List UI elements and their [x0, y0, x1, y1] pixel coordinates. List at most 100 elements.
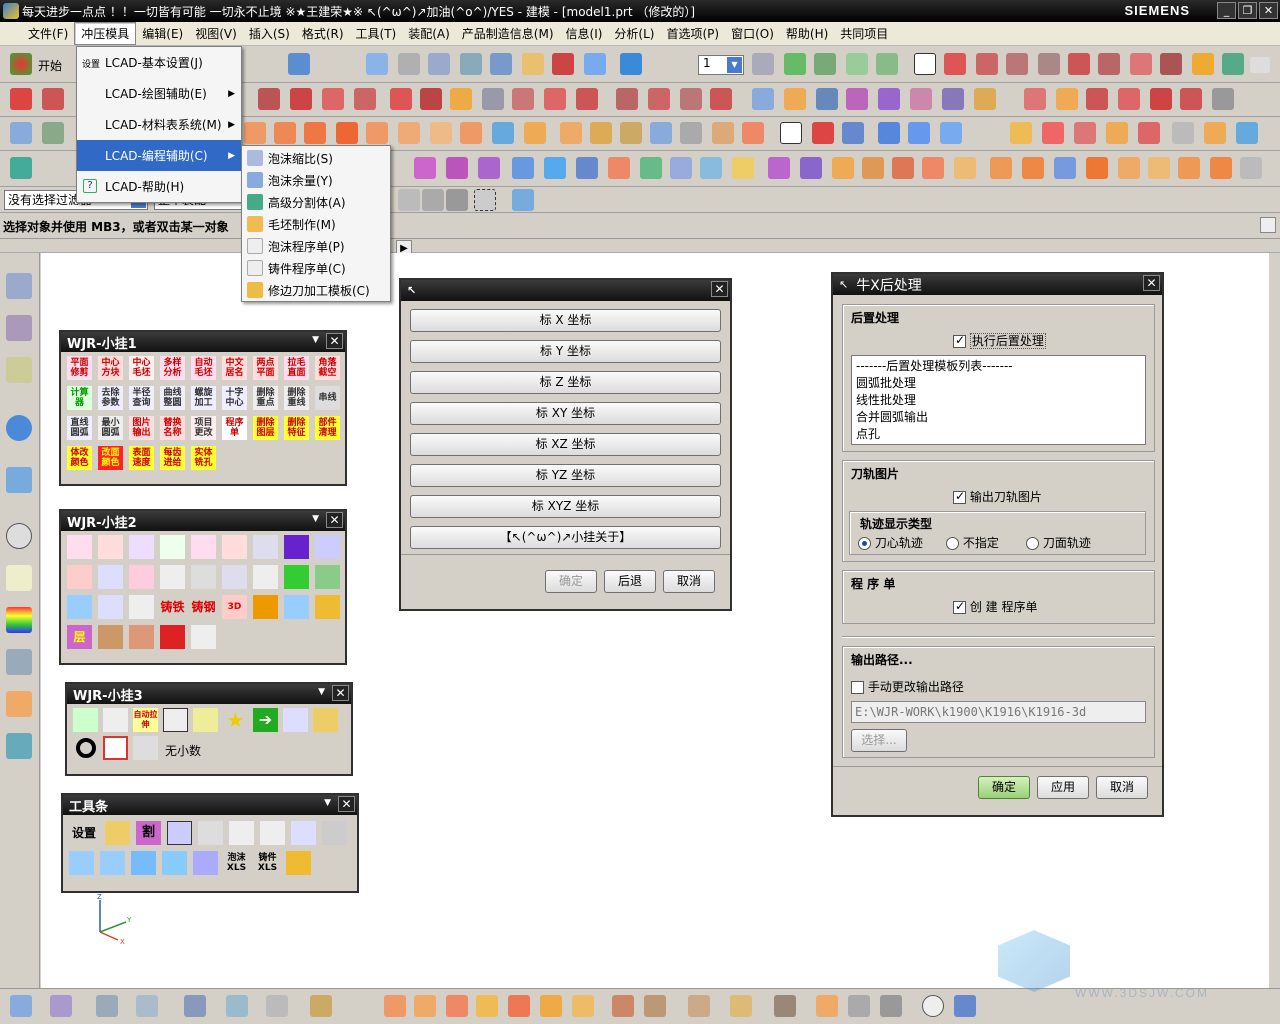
box-icon[interactable] [878, 122, 900, 144]
extension-icon[interactable] [700, 157, 722, 179]
join-icon[interactable] [648, 88, 670, 110]
chevron-down-icon[interactable]: ▼ [312, 335, 319, 345]
curve-tool-icon[interactable] [129, 535, 154, 559]
angle-icon[interactable] [222, 565, 247, 589]
solid-select-icon[interactable] [688, 995, 710, 1017]
silhouette-select-icon[interactable] [848, 995, 870, 1017]
layers-icon[interactable] [129, 595, 154, 619]
spline-icon[interactable] [450, 88, 472, 110]
menu-edit[interactable]: 编辑(E) [136, 23, 189, 44]
calc-tool-icon[interactable] [322, 821, 347, 845]
menu-item-basic-settings[interactable]: 设置 LCAD-基本设置(J) [77, 47, 241, 78]
wjr1-tool-button[interactable]: 删除特征 [284, 416, 309, 440]
wjr1-tool-button[interactable]: 角落截空 [315, 356, 340, 380]
wjr1-tool-button[interactable]: 中心毛坯 [129, 356, 154, 380]
back-button[interactable]: 后退 [604, 570, 656, 593]
hole-icon[interactable] [398, 122, 420, 144]
bend-icon[interactable] [1178, 157, 1200, 179]
menu-item-material-system[interactable]: LCAD-材料表系统(M) ▶ [77, 109, 241, 140]
fit-view-icon[interactable] [366, 53, 388, 75]
parabola-icon[interactable] [420, 88, 442, 110]
snap-control-icon[interactable] [1006, 53, 1028, 75]
zoom-tool-icon[interactable] [291, 821, 316, 845]
radio-tool-face-input[interactable] [1026, 537, 1039, 550]
plate-tool-icon[interactable] [162, 851, 187, 875]
menu-tools[interactable]: 工具(T) [350, 23, 403, 44]
zoom-icon[interactable] [460, 53, 482, 75]
chevron-down-icon[interactable]: ▼ [318, 687, 325, 697]
region-select-icon[interactable] [730, 995, 752, 1017]
pad-icon[interactable] [492, 122, 514, 144]
chain-select-icon[interactable] [816, 995, 838, 1017]
split-icon[interactable] [1086, 88, 1108, 110]
emboss-icon[interactable] [1086, 157, 1108, 179]
output-pic-row[interactable]: 输出刀轨图片 [953, 488, 1042, 505]
cube-plus-icon[interactable] [315, 565, 340, 589]
magnifier-icon[interactable] [193, 708, 218, 732]
sketch-icon[interactable] [10, 122, 32, 144]
part-icon[interactable] [98, 565, 123, 589]
point-set-icon[interactable] [10, 157, 32, 179]
menu-item-help[interactable]: ? LCAD-帮助(H) [77, 171, 241, 202]
snap-point-icon[interactable] [914, 53, 936, 75]
wave-icon[interactable] [253, 535, 278, 559]
layer-move-icon[interactable] [814, 53, 836, 75]
trim-sheet-icon[interactable] [768, 157, 790, 179]
mark-xy-button[interactable]: 标 XY 坐标 [410, 402, 721, 425]
box-tool-icon[interactable] [131, 851, 156, 875]
combined-icon[interactable] [710, 88, 732, 110]
exec-post-checkbox[interactable] [953, 333, 966, 348]
split-body-icon[interactable] [712, 122, 734, 144]
crosshair-icon[interactable] [67, 565, 92, 589]
point-select-icon[interactable] [540, 995, 562, 1017]
point-icon[interactable] [258, 88, 280, 110]
wjr1-tool-button[interactable]: 最小圆弧 [98, 416, 123, 440]
extrude-icon[interactable] [42, 122, 64, 144]
yellow-cube-icon[interactable] [315, 595, 340, 619]
constraint-navigator-icon[interactable] [6, 315, 32, 341]
component-icon[interactable] [50, 995, 72, 1017]
chamfer-icon[interactable] [1010, 122, 1032, 144]
cylinder-icon[interactable] [304, 122, 326, 144]
mark-z-button[interactable]: 标 Z 坐标 [410, 371, 721, 394]
hidden-select-icon[interactable] [880, 995, 902, 1017]
panel-header[interactable]: WJR-小挂1 ▼ ✕ [61, 332, 345, 352]
cut-button[interactable]: 割 [136, 821, 161, 845]
ruled-icon[interactable] [512, 157, 534, 179]
wrap-icon[interactable] [784, 88, 806, 110]
surface-blend-icon[interactable] [922, 157, 944, 179]
smooth-icon[interactable] [1212, 88, 1234, 110]
apply-button[interactable]: 应用 [1037, 776, 1089, 799]
radio-tool-center-input[interactable] [858, 537, 871, 550]
flange-icon[interactable] [1118, 157, 1140, 179]
stretch-icon[interactable] [1150, 88, 1172, 110]
measure-icon[interactable] [191, 565, 216, 589]
text-a2-icon[interactable] [260, 821, 285, 845]
select-all-icon[interactable] [398, 189, 420, 211]
menu-item-programming-aid[interactable]: LCAD-编程辅助(C) ▶ [77, 140, 241, 171]
layer-icon[interactable]: 层 [67, 625, 92, 649]
trim-body-icon[interactable] [680, 122, 702, 144]
wave-link-icon[interactable] [310, 995, 332, 1017]
web-browser-icon[interactable] [6, 467, 32, 493]
cancel-button[interactable]: 取消 [663, 570, 715, 593]
intersect-icon[interactable] [650, 122, 672, 144]
wjr1-tool-button[interactable]: 删除图层 [253, 416, 278, 440]
purple-block-icon[interactable] [284, 535, 309, 559]
ok-button[interactable]: 确定 [978, 776, 1030, 799]
wjr1-tool-button[interactable]: 程序单 [222, 416, 247, 440]
menu-analysis[interactable]: 分析(L) [608, 23, 660, 44]
sphere-icon[interactable] [366, 122, 388, 144]
shade-icon[interactable] [398, 53, 420, 75]
pin-icon[interactable]: ↖ [407, 284, 416, 297]
tangent-select-icon[interactable] [774, 995, 796, 1017]
close-button[interactable]: ✕ [1259, 2, 1278, 19]
layers-tool-icon[interactable] [69, 851, 94, 875]
list-item[interactable]: 线性批处理 [856, 392, 1141, 409]
mark-yz-button[interactable]: 标 YZ 坐标 [410, 464, 721, 487]
clipboard-icon[interactable] [313, 708, 338, 732]
stack-icon[interactable] [98, 625, 123, 649]
submenu-trim-template[interactable]: 修边刀加工模板(C) [242, 279, 390, 301]
layer-copy-icon[interactable] [846, 53, 868, 75]
flat-pattern-icon[interactable] [1240, 157, 1262, 179]
